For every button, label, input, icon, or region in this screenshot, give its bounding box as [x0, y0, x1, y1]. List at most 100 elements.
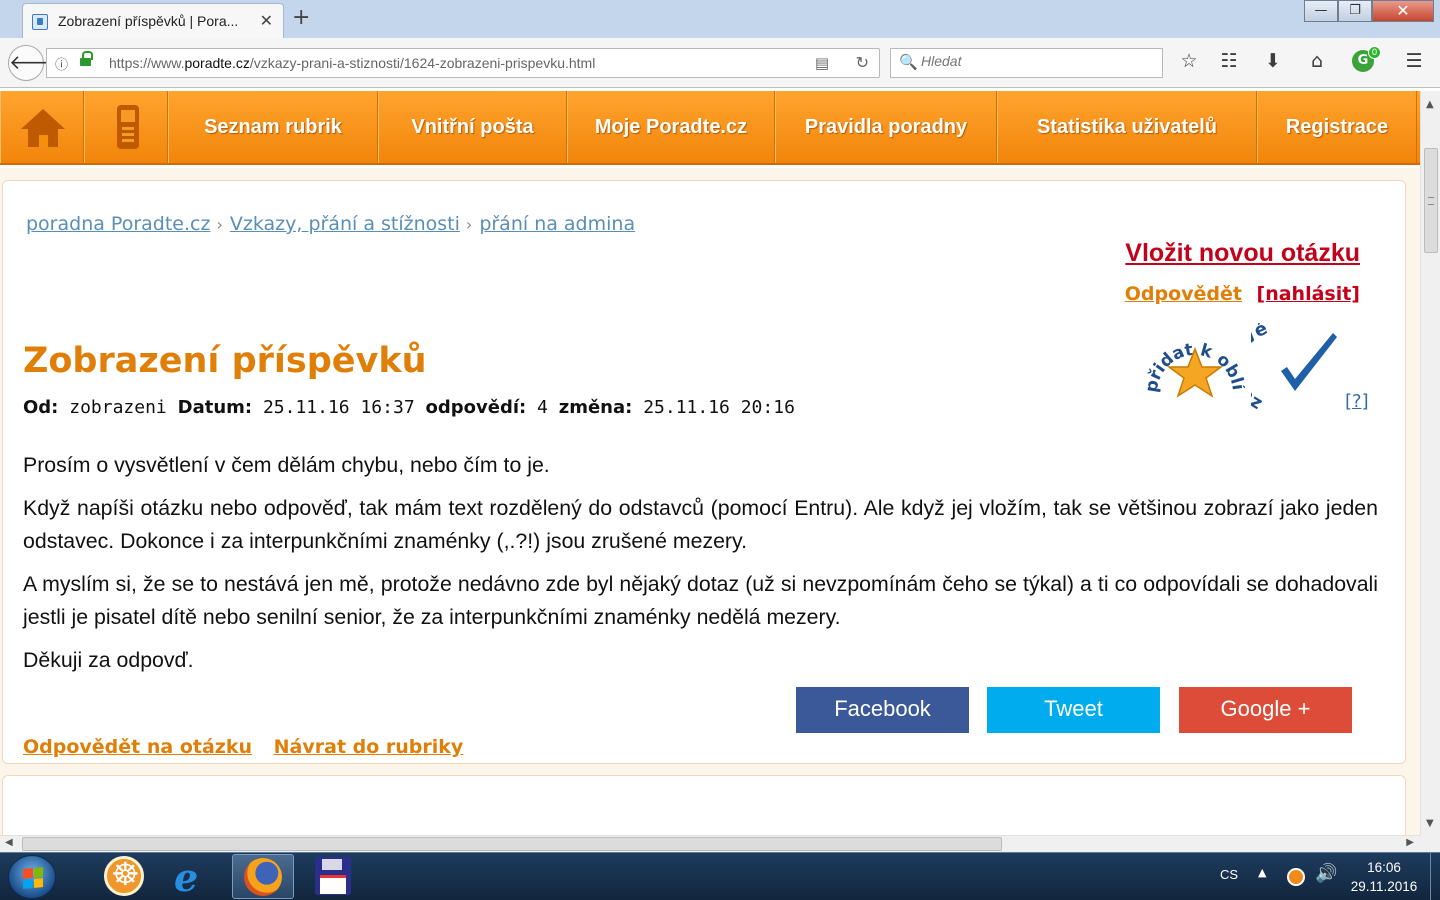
menu-item-seznam-rubrik[interactable]: Seznam rubrik — [168, 91, 378, 163]
show-hidden-icons-icon[interactable]: ▲ — [1258, 866, 1266, 879]
site-favicon-icon — [32, 14, 48, 30]
new-question-link[interactable]: Vložit novou otázku — [1125, 239, 1360, 268]
window-controls: — ❐ ✕ — [1304, 0, 1434, 24]
firefox-icon[interactable] — [244, 858, 282, 896]
post-paragraph: Když napíši otázku nebo odpověď, tak mám… — [23, 496, 1378, 553]
breadcrumb-separator: › — [465, 215, 473, 234]
menu-item-registrace[interactable]: Registrace — [1257, 91, 1417, 163]
site-main-menu: Seznam rubrik Vnitřní pošta Moje Poradte… — [0, 91, 1420, 165]
lock-icon[interactable] — [80, 51, 93, 67]
menu-item-moje-poradte[interactable]: Moje Poradte.cz — [567, 91, 775, 163]
floppy-disk-icon[interactable] — [315, 857, 351, 895]
back-to-category-link[interactable]: Návrat do rubriky — [274, 736, 464, 758]
meta-answers: 4 — [537, 397, 548, 418]
addon-count-badge: 0 — [1368, 46, 1381, 59]
horizontal-scrollbar[interactable]: ◀ ▶ — [0, 835, 1420, 852]
tab-title: Zobrazení příspěvků | Pora... — [58, 13, 239, 29]
bookmark-star-icon[interactable]: ☆ — [1176, 50, 1202, 72]
breadcrumb-link-subcategory[interactable]: přání na admina — [479, 213, 635, 235]
helm-app-icon[interactable] — [104, 855, 144, 896]
windows-logo-icon — [23, 867, 43, 889]
search-input[interactable] — [921, 53, 1151, 69]
new-tab-button[interactable]: + — [292, 5, 310, 30]
scroll-up-arrow-icon[interactable]: ▲ — [1426, 99, 1434, 110]
meta-changed: 25.11.16 20:16 — [643, 397, 795, 418]
browser-titlebar: Zobrazení příspěvků | Pora... ✕ + — ❐ ✕ — [0, 0, 1440, 38]
add-to-favorites-badge[interactable]: přidat k oblíbeným — [1145, 323, 1245, 419]
share-tweet-button[interactable]: Tweet — [987, 687, 1160, 733]
browser-tab-active[interactable]: Zobrazení příspěvků | Pora... ✕ — [22, 3, 284, 38]
meta-author: zobrazeni — [69, 397, 167, 418]
scroll-left-arrow-icon[interactable]: ◀ — [5, 837, 13, 848]
tab-close-icon[interactable]: ✕ — [260, 11, 273, 30]
interesting-badge-text: zajímavé — [1251, 323, 1271, 415]
menu-item-vnitrni-posta[interactable]: Vnitřní pošta — [378, 91, 567, 163]
minimize-button[interactable]: — — [1304, 0, 1338, 22]
share-google-button[interactable]: Google + — [1179, 687, 1352, 733]
volume-icon[interactable]: 🔊 — [1315, 863, 1337, 884]
reload-icon[interactable]: ↻ — [856, 53, 869, 72]
report-link[interactable]: [nahlásit] — [1257, 283, 1360, 305]
clock[interactable]: 16:06 29.11.2016 — [1344, 858, 1424, 896]
search-icon: 🔍 — [899, 53, 918, 71]
mobile-phone-icon — [117, 105, 139, 149]
address-bar[interactable]: ⓘ https://www.poradte.cz/vzkazy-prani-a-… — [46, 48, 880, 78]
meta-date: 25.11.16 16:37 — [262, 397, 415, 418]
antivirus-tray-icon[interactable] — [1287, 868, 1305, 886]
close-window-button[interactable]: ✕ — [1372, 0, 1434, 22]
menu-hamburger-icon[interactable]: ☰ — [1401, 50, 1427, 72]
back-button[interactable]: 🡐 — [8, 45, 63, 81]
svg-text:zajímavé: zajímavé — [1251, 323, 1271, 415]
post-panel: poradna Poradte.cz › Vzkazy, přání a stížn… — [2, 180, 1406, 764]
horizontal-scroll-thumb[interactable] — [22, 837, 1002, 851]
meta-from-label: Od: — [23, 397, 59, 418]
url-prefix: https://www. — [109, 55, 185, 71]
meta-date-label: Datum: — [177, 397, 253, 418]
answers-panel — [2, 775, 1406, 835]
scroll-corner — [1420, 835, 1440, 852]
clock-date: 29.11.2016 — [1350, 879, 1418, 894]
page-content: poradna Poradte.cz › Vzkazy, přání a stížn… — [0, 168, 1420, 835]
show-desktop-button[interactable] — [1430, 853, 1440, 900]
menu-home-button[interactable] — [0, 91, 84, 163]
reply-link[interactable]: Odpovědět — [1125, 283, 1242, 305]
info-icon[interactable]: ⓘ — [55, 54, 68, 73]
menu-mobile-button[interactable] — [84, 91, 168, 163]
search-box[interactable]: 🔍 — [890, 48, 1163, 78]
menu-item-pravidla[interactable]: Pravidla poradny — [775, 91, 997, 163]
post-meta: Od: zobrazeni Datum: 25.11.16 16:37 odpo… — [23, 397, 795, 418]
download-icon[interactable]: ⬇ — [1260, 50, 1286, 72]
home-icon[interactable]: ⌂ — [1304, 50, 1330, 72]
reply-to-question-link[interactable]: Odpovědět na otázku — [23, 736, 252, 758]
post-paragraph: Prosím o vysvětlení v čem dělám chybu, n… — [23, 453, 550, 477]
internet-explorer-icon[interactable]: e — [174, 855, 198, 900]
start-button[interactable] — [8, 855, 56, 899]
share-facebook-button[interactable]: Facebook — [796, 687, 969, 733]
windows-taskbar: e CS ▲ 🔊 16:06 29.11.2016 — [0, 852, 1440, 900]
post-paragraph: A myslím si, že se to nestává jen mě, pr… — [23, 572, 1378, 629]
clock-time: 16:06 — [1367, 860, 1401, 875]
post-paragraph: Děkuji za odpovď. — [23, 648, 194, 672]
vertical-scroll-thumb[interactable] — [1424, 148, 1438, 253]
url-path: /vzkazy-prani-a-stiznosti/1624-zobrazeni… — [249, 55, 596, 71]
meta-changed-label: změna: — [558, 397, 633, 418]
mark-interesting-badge[interactable]: zajímavé — [1251, 323, 1343, 419]
house-icon — [19, 109, 67, 149]
breadcrumb: poradna Poradte.cz › Vzkazy, přání a stížn… — [26, 213, 635, 235]
help-link[interactable]: [?] — [1345, 391, 1369, 412]
language-indicator[interactable]: CS — [1220, 867, 1238, 882]
menu-item-statistika[interactable]: Statistika uživatelů — [997, 91, 1257, 163]
scroll-right-arrow-icon[interactable]: ▶ — [1406, 837, 1414, 848]
breadcrumb-link-home[interactable]: poradna Poradte.cz — [26, 213, 210, 235]
url-domain: poradte.cz — [184, 55, 250, 71]
bookmarks-list-icon[interactable]: ☷ — [1216, 50, 1242, 72]
maximize-button[interactable]: ❐ — [1338, 0, 1372, 22]
reader-view-icon[interactable]: ▤ — [815, 54, 829, 72]
post-footer-links: Odpovědět na otázku Návrat do rubriky — [23, 736, 478, 758]
url-text[interactable]: https://www.poradte.cz/vzkazy-prani-a-st… — [109, 55, 595, 71]
breadcrumb-separator: › — [216, 215, 223, 234]
scroll-down-arrow-icon[interactable]: ▼ — [1426, 818, 1434, 829]
breadcrumb-link-category[interactable]: Vzkazy, přání a stížnosti — [230, 213, 460, 235]
vertical-scrollbar[interactable]: ▲ ▼ — [1420, 91, 1440, 835]
page-title: Zobrazení příspěvků — [23, 341, 427, 381]
